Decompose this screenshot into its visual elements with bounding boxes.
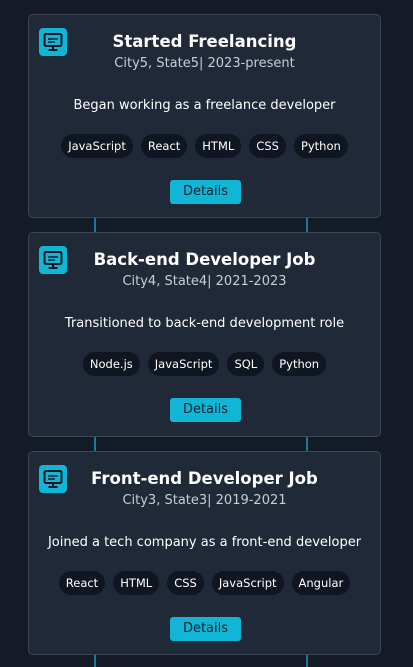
skill-tags: React HTML CSS JavaScript Angular <box>29 571 380 595</box>
skill-tag: HTML <box>195 134 242 158</box>
skill-tag: React <box>140 134 188 158</box>
details-button[interactable]: Details <box>170 180 241 204</box>
skill-tag: HTML <box>113 571 160 595</box>
card-location-date: City4, State4| 2021-2023 <box>122 274 287 289</box>
timeline-connector <box>306 217 308 233</box>
skill-tags: Node.js JavaScript SQL Python <box>29 352 380 376</box>
skill-tag: Python <box>293 134 348 158</box>
card-description: Joined a tech company as a front-end dev… <box>47 535 362 550</box>
timeline-card: Back-end Developer Job City4, State4| 20… <box>28 232 381 437</box>
skill-tag: JavaScript <box>211 571 284 595</box>
timeline-connector <box>306 436 308 452</box>
card-title: Front-end Developer Job <box>91 469 318 488</box>
skill-tags: JavaScript React HTML CSS Python <box>29 134 380 158</box>
skill-tag: CSS <box>249 134 286 158</box>
skill-tag: React <box>58 571 106 595</box>
timeline-connector <box>94 436 96 452</box>
skill-tag: CSS <box>167 571 204 595</box>
skill-tag: Node.js <box>82 352 140 376</box>
card-title: Started Freelancing <box>112 32 297 51</box>
card-description: Transitioned to back-end development rol… <box>64 316 345 331</box>
timeline-card: Started Freelancing City5, State5| 2023-… <box>28 14 381 218</box>
details-button[interactable]: Details <box>170 398 241 422</box>
skill-tag: JavaScript <box>147 352 220 376</box>
card-location-date: City3, State3| 2019-2021 <box>122 493 287 508</box>
details-button[interactable]: Details <box>170 617 241 641</box>
timeline: Started Freelancing City5, State5| 2023-… <box>0 0 413 667</box>
timeline-connector <box>94 654 96 667</box>
timeline-card: Front-end Developer Job City3, State3| 2… <box>28 451 381 655</box>
card-location-date: City5, State5| 2023-present <box>114 56 295 71</box>
card-title: Back-end Developer Job <box>93 250 316 269</box>
skill-tag: Angular <box>291 571 351 595</box>
skill-tag: JavaScript <box>61 134 133 158</box>
timeline-connector <box>306 654 308 667</box>
skill-tag: SQL <box>227 352 265 376</box>
card-description: Began working as a freelance developer <box>73 98 336 113</box>
timeline-connector <box>94 217 96 233</box>
skill-tag: Python <box>272 352 327 376</box>
